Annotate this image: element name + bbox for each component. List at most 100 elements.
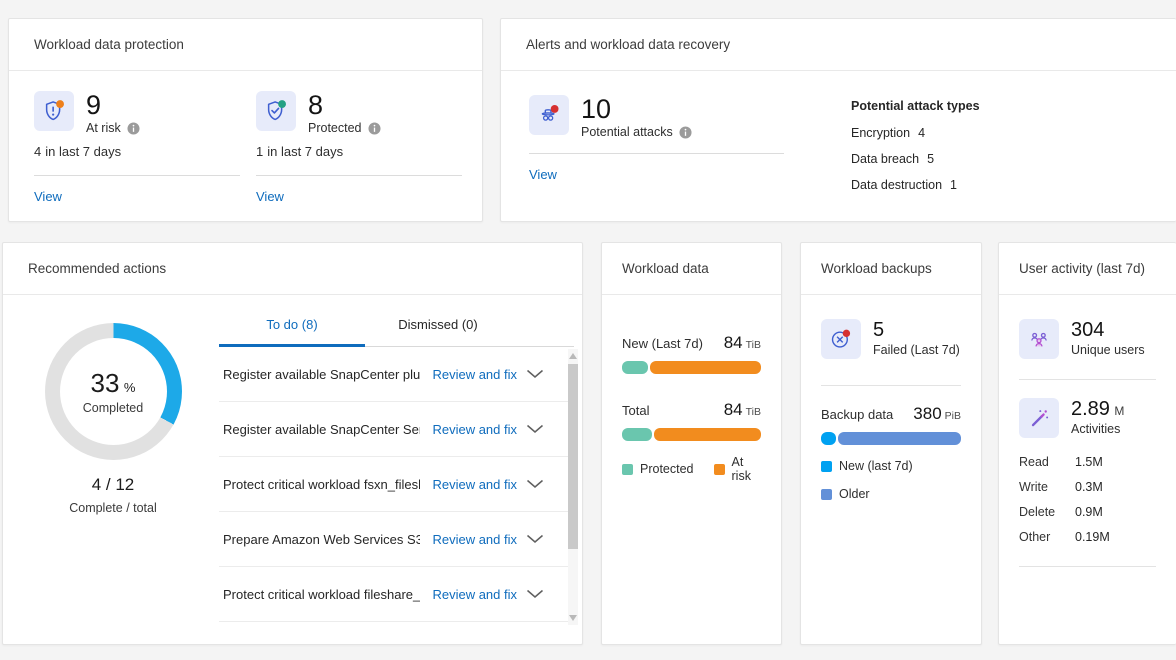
workload-backups-card: Workload backups 5 Failed (Last 7d) bbox=[800, 242, 982, 645]
breakdown-row: Read 1.5M bbox=[1019, 450, 1156, 475]
scrollbar-thumb[interactable] bbox=[568, 364, 578, 549]
info-icon[interactable] bbox=[127, 122, 140, 135]
backup-data-stacked-bar bbox=[821, 432, 961, 445]
legend-swatch bbox=[714, 464, 725, 475]
recommended-actions-card: Recommended actions 33 % Completed 4 / 1… bbox=[2, 242, 583, 645]
legend-swatch bbox=[821, 461, 832, 472]
protected-count: 8 bbox=[308, 91, 381, 119]
user-activity-card: User activity (last 7d) bbox=[998, 242, 1176, 645]
bar-label: Total bbox=[622, 403, 649, 418]
failed-backups-stat: 5 Failed (Last 7d) bbox=[821, 319, 961, 359]
potential-attacks-view-link[interactable]: View bbox=[529, 167, 557, 182]
info-icon[interactable] bbox=[368, 122, 381, 135]
review-and-fix-link[interactable]: Review and fix bbox=[432, 477, 517, 492]
breakdown-row: Delete 0.9M bbox=[1019, 500, 1156, 525]
alerts-recovery-card: Alerts and workload data recovery 10 bbox=[500, 18, 1176, 222]
info-icon[interactable] bbox=[679, 126, 692, 139]
scroll-down-arrow-icon[interactable] bbox=[569, 615, 577, 621]
attack-types-panel: Potential attack types Encryption4 Data … bbox=[851, 99, 980, 204]
protected-segment bbox=[622, 428, 652, 441]
shield-alert-icon bbox=[34, 91, 74, 131]
at-risk-segment bbox=[654, 428, 761, 441]
attack-type-row: Data destruction1 bbox=[851, 178, 980, 192]
unique-users-count: 304 bbox=[1071, 319, 1145, 341]
divider bbox=[34, 175, 240, 176]
divider bbox=[256, 175, 462, 176]
total-data-stacked-bar bbox=[622, 428, 761, 441]
at-risk-count: 9 bbox=[86, 91, 140, 119]
protected-label: Protected bbox=[308, 121, 362, 135]
review-and-fix-link[interactable]: Review and fix bbox=[432, 587, 517, 602]
completion-donut-panel: 33 % Completed 4 / 12 Complete / total bbox=[27, 311, 199, 515]
activities-label: Activities bbox=[1071, 422, 1124, 436]
bar-label: Backup data bbox=[821, 407, 893, 422]
action-list-item: Register available SnapCenter plugin for… bbox=[219, 347, 574, 402]
protected-stat: 8 Protected 1in last 7 days View bbox=[256, 91, 462, 206]
scrollbar[interactable] bbox=[568, 349, 578, 625]
card-title: User activity (last 7d) bbox=[999, 243, 1176, 295]
chevron-down-icon[interactable] bbox=[526, 589, 544, 599]
at-risk-view-link[interactable]: View bbox=[34, 189, 62, 204]
card-title: Alerts and workload data recovery bbox=[501, 19, 1176, 71]
card-title: Workload data bbox=[602, 243, 781, 295]
at-risk-segment bbox=[650, 361, 761, 374]
tab-dismissed[interactable]: Dismissed (0) bbox=[365, 303, 511, 346]
new-data-stacked-bar bbox=[622, 361, 761, 374]
donut-percent: 33 bbox=[91, 368, 120, 398]
action-list-item: Register available SnapCenter Servers wi… bbox=[219, 402, 574, 457]
protected-segment bbox=[622, 361, 648, 374]
attack-types-heading: Potential attack types bbox=[851, 99, 980, 113]
protected-view-link[interactable]: View bbox=[256, 189, 284, 204]
breakdown-row: Write 0.3M bbox=[1019, 475, 1156, 500]
attack-type-row: Encryption4 bbox=[851, 126, 980, 140]
at-risk-label: At risk bbox=[86, 121, 121, 135]
activity-breakdown: Read 1.5M Write 0.3M Delete 0.9M Other 0… bbox=[1019, 450, 1156, 550]
failed-label: Failed (Last 7d) bbox=[873, 343, 960, 357]
workload-data-legend: Protected At risk bbox=[622, 455, 761, 483]
backups-legend: New (last 7d) Older bbox=[821, 459, 961, 501]
completion-donut-chart: 33 % Completed bbox=[45, 323, 182, 460]
legend-swatch bbox=[821, 489, 832, 500]
failed-count: 5 bbox=[873, 319, 960, 341]
backup-data-bar-group: Backup data 380 PiB bbox=[821, 404, 961, 445]
tab-todo[interactable]: To do (8) bbox=[219, 303, 365, 346]
divider bbox=[1019, 379, 1156, 380]
chevron-down-icon[interactable] bbox=[526, 424, 544, 434]
chevron-down-icon[interactable] bbox=[526, 534, 544, 544]
chevron-down-icon[interactable] bbox=[526, 369, 544, 379]
scroll-up-arrow-icon[interactable] bbox=[569, 353, 577, 359]
bar-label: New (Last 7d) bbox=[622, 336, 703, 351]
chevron-down-icon[interactable] bbox=[526, 479, 544, 489]
backup-failed-icon bbox=[821, 319, 861, 359]
divider bbox=[1019, 566, 1156, 567]
divider bbox=[821, 385, 961, 386]
actions-list: Register available SnapCenter plugin for… bbox=[219, 347, 574, 622]
shield-check-icon bbox=[256, 91, 296, 131]
card-title: Workload data protection bbox=[9, 19, 482, 71]
actions-panel: To do (8) Dismissed (0) Register availab… bbox=[219, 303, 574, 622]
divider bbox=[529, 153, 784, 154]
attacker-icon bbox=[529, 95, 569, 135]
actions-tabs: To do (8) Dismissed (0) bbox=[219, 303, 574, 347]
review-and-fix-link[interactable]: Review and fix bbox=[432, 532, 517, 547]
magic-wand-icon bbox=[1019, 398, 1059, 438]
at-risk-stat: 9 At risk 4in last 7 days View bbox=[34, 91, 240, 206]
donut-caption: Completed bbox=[83, 401, 143, 415]
new-segment bbox=[821, 432, 836, 445]
card-title: Workload backups bbox=[801, 243, 981, 295]
review-and-fix-link[interactable]: Review and fix bbox=[432, 422, 517, 437]
workload-data-card: Workload data New (Last 7d) 84 TiB Total… bbox=[601, 242, 782, 645]
dashboard-page: Workload data protection 9 At risk bbox=[0, 0, 1176, 660]
legend-at-risk: At risk bbox=[714, 455, 761, 483]
activities-stat: 2.89 M Activities bbox=[1019, 398, 1156, 438]
new-data-bar-group: New (Last 7d) 84 TiB bbox=[622, 333, 761, 374]
protected-recent: 1in last 7 days bbox=[256, 144, 462, 159]
legend-protected: Protected bbox=[622, 455, 694, 483]
attack-type-row: Data breach5 bbox=[851, 152, 980, 166]
action-list-item: Protect critical workload fileshare_uswe… bbox=[219, 567, 574, 622]
at-risk-recent: 4in last 7 days bbox=[34, 144, 240, 159]
review-and-fix-link[interactable]: Review and fix bbox=[432, 367, 517, 382]
completion-fraction-caption: Complete / total bbox=[27, 501, 199, 515]
potential-attacks-count: 10 bbox=[581, 95, 692, 123]
action-list-item: Prepare Amazon Web Services S3 or Storag… bbox=[219, 512, 574, 567]
